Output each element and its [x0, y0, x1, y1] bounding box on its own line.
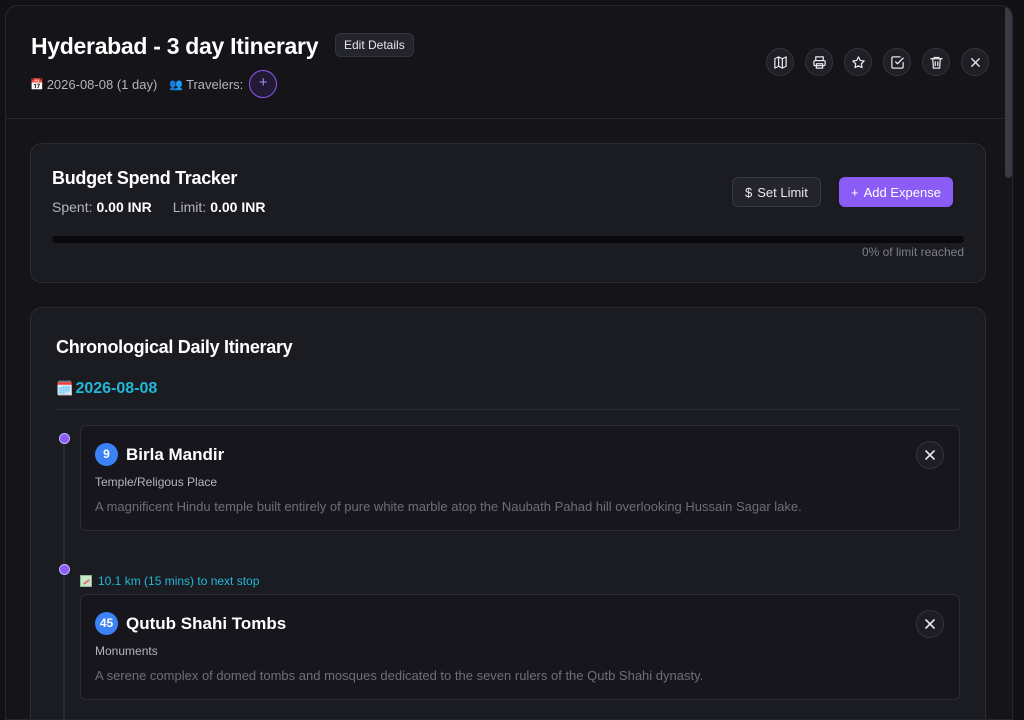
stop-description: A serene complex of domed tombs and mosq… [95, 668, 704, 683]
day-date: 2026-08-08 [75, 380, 158, 397]
remove-stop-button[interactable] [916, 610, 944, 638]
stop-name: Qutub Shahi Tombs [126, 614, 287, 633]
favorite-button[interactable] [844, 48, 872, 76]
itinerary-modal: Hyderabad - 3 day Itinerary Edit Details… [5, 5, 1013, 720]
spent-label: Spent: [52, 199, 93, 215]
distance-to-next: 10.1 km (15 mins) to next stop [80, 574, 259, 588]
limit-label: Limit: [172, 199, 207, 215]
budget-progress-bar [52, 236, 964, 243]
itinerary-title: Chronological Daily Itinerary [56, 337, 293, 357]
close-icon [925, 450, 935, 460]
add-expense-button[interactable]: + Add Expense [839, 177, 953, 207]
check-square-icon [890, 55, 904, 69]
stop-number-badge: 9 [95, 443, 118, 466]
set-limit-button[interactable]: $ Set Limit [732, 177, 821, 207]
map-icon [773, 55, 787, 69]
timeline-dot [59, 564, 70, 575]
itinerary-stop[interactable]: 9 Birla Mandir Temple/Religous Place A m… [80, 425, 960, 531]
calendar-icon: 🗓️ [56, 380, 74, 396]
travelers-icon: 👥 [169, 78, 183, 91]
calendar-icon: 📅 [30, 78, 44, 91]
close-icon [925, 619, 935, 629]
edit-details-button[interactable]: Edit Details [335, 33, 414, 57]
itinerary-card: Chronological Daily Itinerary 🗓️ 2026-08… [30, 307, 986, 719]
delete-button[interactable] [922, 48, 950, 76]
printer-icon [812, 55, 826, 69]
modal-header: Hyderabad - 3 day Itinerary Edit Details… [6, 6, 1012, 119]
day-header: 🗓️ 2026-08-08 [56, 380, 960, 410]
scrollbar-thumb[interactable] [1005, 6, 1012, 178]
stop-name: Birla Mandir [126, 445, 225, 464]
budget-title: Budget Spend Tracker [52, 168, 238, 188]
stop-category: Temple/Religous Place [95, 475, 218, 489]
plus-icon: + [851, 184, 859, 200]
close-icon [970, 57, 980, 67]
budget-summary: Spent: 0.00 INR Limit: 0.00 INR [52, 199, 265, 215]
remove-stop-button[interactable] [916, 441, 944, 469]
distance-text: 10.1 km (15 mins) to next stop [98, 574, 260, 588]
limit-value: 0.00 INR [210, 199, 266, 215]
travelers-label: Travelers: [185, 76, 244, 92]
stop-number-badge: 45 [95, 612, 118, 635]
map-icon [80, 575, 92, 587]
star-icon [851, 55, 865, 68]
page-title: Hyderabad - 3 day Itinerary [31, 33, 319, 59]
add-traveler-button[interactable]: + [249, 70, 278, 98]
spent-value: 0.00 INR [96, 199, 152, 215]
complete-button[interactable] [883, 48, 911, 76]
progress-label: 0% of limit reached [861, 245, 964, 259]
trip-date: 2026-08-08 (1 day) [46, 76, 158, 92]
trash-icon [929, 56, 943, 69]
scrollbar[interactable] [1004, 6, 1012, 719]
timeline-line [63, 440, 65, 719]
print-button[interactable] [805, 48, 833, 76]
set-limit-label: Set Limit [757, 184, 808, 200]
stop-category: Monuments [95, 644, 158, 658]
itinerary-stop[interactable]: 45 Qutub Shahi Tombs Monuments A serene … [80, 594, 960, 700]
header-actions [766, 48, 989, 76]
dollar-icon: $ [745, 184, 753, 200]
timeline-dot [59, 433, 70, 444]
trip-meta: 📅 2026-08-08 (1 day) 👥 Travelers: + [30, 70, 278, 98]
map-button[interactable] [766, 48, 794, 76]
close-button[interactable] [961, 48, 989, 76]
add-expense-label: Add Expense [863, 184, 941, 200]
stop-description: A magnificent Hindu temple built entirel… [95, 499, 802, 514]
budget-tracker-card: Budget Spend Tracker Spent: 0.00 INR Lim… [30, 143, 986, 283]
